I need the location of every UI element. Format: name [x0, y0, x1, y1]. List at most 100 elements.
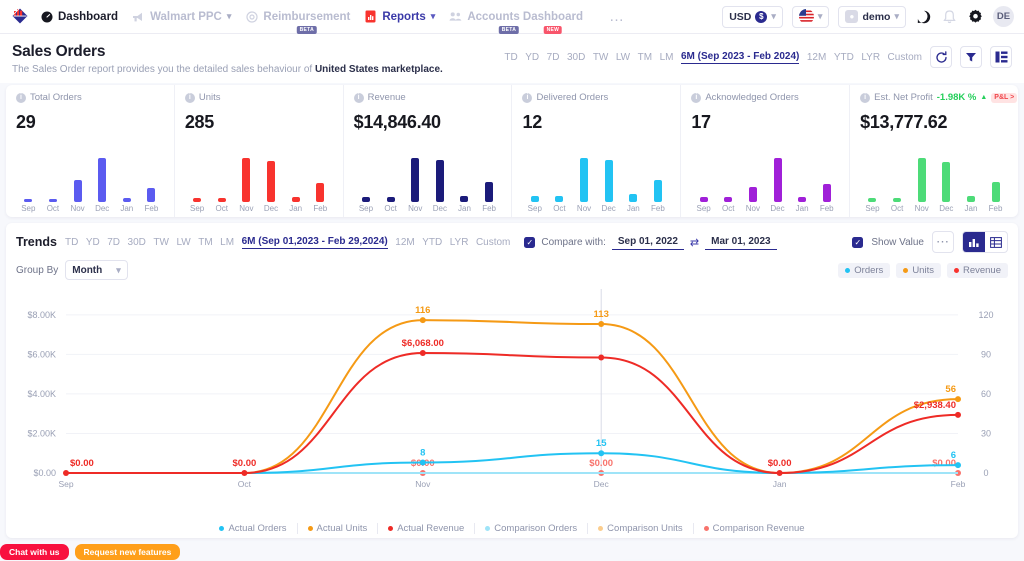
info-icon[interactable]: i — [691, 92, 702, 103]
marketplace-selector[interactable]: ▾ — [791, 5, 830, 28]
metric-chip-group: Orders Units Revenue — [838, 262, 1008, 278]
chart-point[interactable] — [598, 450, 605, 457]
megaphone-icon — [132, 10, 145, 23]
legend-item-actual-units[interactable]: Actual Units — [298, 523, 379, 534]
nav-label-reimbursement: Reimbursement — [263, 10, 351, 23]
kpi-mini-label: Nov — [239, 204, 254, 213]
refresh-button[interactable] — [930, 46, 952, 68]
trends-range-2[interactable]: 7D — [107, 237, 120, 248]
kpi-mini-label: Sep — [527, 204, 542, 213]
pl-badge[interactable]: P&L > — [991, 92, 1018, 103]
trends-range-12[interactable]: Custom — [476, 237, 510, 248]
trends-range-3[interactable]: 30D — [128, 237, 146, 248]
chart-point[interactable] — [419, 350, 426, 357]
table-icon[interactable] — [985, 232, 1007, 252]
header-range-8[interactable]: 6M (Sep 2023 - Feb 2024) — [680, 51, 800, 64]
kpi-mini-label: Sep — [21, 204, 36, 213]
metric-chip-orders[interactable]: Orders — [838, 262, 891, 278]
chart-point[interactable] — [598, 354, 605, 361]
trends-range-8[interactable]: 6M (Sep 01,2023 - Feb 29,2024) — [241, 236, 388, 249]
kpi-mini-col: Feb — [479, 151, 500, 213]
chart-point[interactable] — [776, 470, 783, 476]
header-range-10[interactable]: YTD — [834, 52, 854, 63]
trends-range-6[interactable]: TM — [198, 237, 212, 248]
chart-point[interactable] — [419, 459, 426, 466]
columns-button[interactable] — [990, 46, 1012, 68]
app-logo-icon[interactable] — [10, 6, 30, 27]
show-value-checkbox[interactable]: ✓ — [852, 236, 864, 248]
trends-toolbar-row-1: Trends TD YD 7D 30D TW LW TM LM 6M (Sep 01,2023 … — [16, 231, 1008, 253]
header-range-1[interactable]: YD — [525, 52, 539, 63]
kpi-mini-bar — [98, 158, 107, 202]
trends-range-10[interactable]: YTD — [422, 237, 442, 248]
nav-item-reports[interactable]: Reports ▾ — [364, 10, 435, 23]
nav-item-dashboard[interactable]: Dashboard — [40, 10, 118, 23]
info-icon[interactable]: i — [16, 92, 26, 103]
filter-button[interactable] — [960, 46, 982, 68]
nav-item-reimbursement[interactable]: Reimbursement BETA — [245, 10, 351, 34]
help-chat-icon[interactable] — [915, 8, 932, 25]
bell-icon[interactable] — [941, 8, 958, 25]
header-range-9[interactable]: 12M — [807, 52, 826, 63]
compare-checkbox[interactable]: ✓ — [524, 236, 536, 248]
currency-selector[interactable]: USD $ ▾ — [722, 5, 783, 28]
account-name: demo — [862, 10, 891, 23]
header-range-6[interactable]: TM — [638, 52, 652, 63]
nav-item-walmart-ppc[interactable]: Walmart PPC ▾ — [132, 10, 231, 23]
user-initials-avatar[interactable]: DE — [993, 6, 1014, 27]
legend-item-comparison-units[interactable]: Comparison Units — [588, 523, 694, 534]
chart-point[interactable] — [598, 321, 605, 328]
trends-range-0[interactable]: TD — [65, 237, 78, 248]
kpi-mini-col: Dec — [936, 151, 957, 213]
account-selector[interactable]: ● demo ▾ — [838, 5, 906, 28]
legend-item-comparison-revenue[interactable]: Comparison Revenue — [694, 523, 815, 534]
kpi-mini-col: Dec — [92, 151, 113, 213]
trends-range-9[interactable]: 12M — [395, 237, 414, 248]
info-icon[interactable]: i — [184, 92, 195, 103]
metric-chip-revenue[interactable]: Revenue — [946, 262, 1008, 278]
metric-chip-units[interactable]: Units — [896, 262, 941, 278]
date-range-tabs: TD YD 7D 30D TW LW TM LM 6M (Sep 2023 - Feb 2024… — [504, 51, 922, 64]
trends-range-11[interactable]: LYR — [450, 237, 469, 248]
chart-point[interactable] — [955, 462, 961, 469]
chart-point[interactable] — [63, 470, 69, 476]
legend-label: Comparison Orders — [494, 523, 578, 534]
kpi-mini-col: Oct — [43, 151, 64, 213]
legend-item-comparison-orders[interactable]: Comparison Orders — [475, 523, 589, 534]
trends-range-7[interactable]: LM — [220, 237, 234, 248]
header-range-4[interactable]: TW — [593, 52, 609, 63]
legend-item-actual-orders[interactable]: Actual Orders — [209, 523, 298, 534]
chart-point[interactable] — [241, 470, 248, 476]
legend-item-actual-revenue[interactable]: Actual Revenue — [378, 523, 476, 534]
header-range-12[interactable]: Custom — [888, 52, 922, 63]
ellipsis-icon[interactable]: ⋯ — [932, 231, 954, 253]
nav-more-button[interactable]: … — [609, 8, 625, 25]
trends-range-4[interactable]: TW — [153, 237, 169, 248]
compare-to-date[interactable]: Mar 01, 2023 — [705, 234, 777, 250]
chart-point[interactable] — [419, 317, 426, 324]
nav-item-accounts-dashboard[interactable]: Accounts Dashboard BETA NEW — [449, 10, 583, 34]
header-range-7[interactable]: LM — [660, 52, 674, 63]
group-by-select[interactable]: Month ▾ — [65, 260, 128, 280]
trends-range-1[interactable]: YD — [86, 237, 100, 248]
trends-range-5[interactable]: LW — [176, 237, 190, 248]
gear-icon[interactable] — [967, 8, 984, 25]
request-new-features-button[interactable]: Request new features — [74, 544, 181, 560]
compare-from-date[interactable]: Sep 01, 2022 — [611, 234, 684, 250]
kpi-mini-label: Nov — [576, 204, 592, 213]
header-range-0[interactable]: TD — [504, 52, 517, 63]
header-range-3[interactable]: 30D — [567, 52, 585, 63]
swap-icon[interactable]: ⇄ — [690, 236, 699, 249]
kpi-mini-bar-chart: Sep Oct Nov Dec Jan Feb — [185, 151, 333, 213]
info-icon[interactable]: i — [353, 92, 364, 103]
header-range-2[interactable]: 7D — [547, 52, 560, 63]
header-range-5[interactable]: LW — [616, 52, 630, 63]
chart-point[interactable] — [955, 411, 961, 418]
kpi-mini-col: Feb — [141, 151, 162, 213]
chat-with-us-button[interactable]: Chat with us — [0, 544, 69, 560]
info-icon[interactable]: i — [860, 92, 871, 103]
header-range-11[interactable]: LYR — [861, 52, 880, 63]
info-icon[interactable]: i — [522, 92, 533, 103]
x-axis-tick: Jan — [773, 479, 787, 489]
bar-chart-icon[interactable] — [963, 232, 985, 252]
